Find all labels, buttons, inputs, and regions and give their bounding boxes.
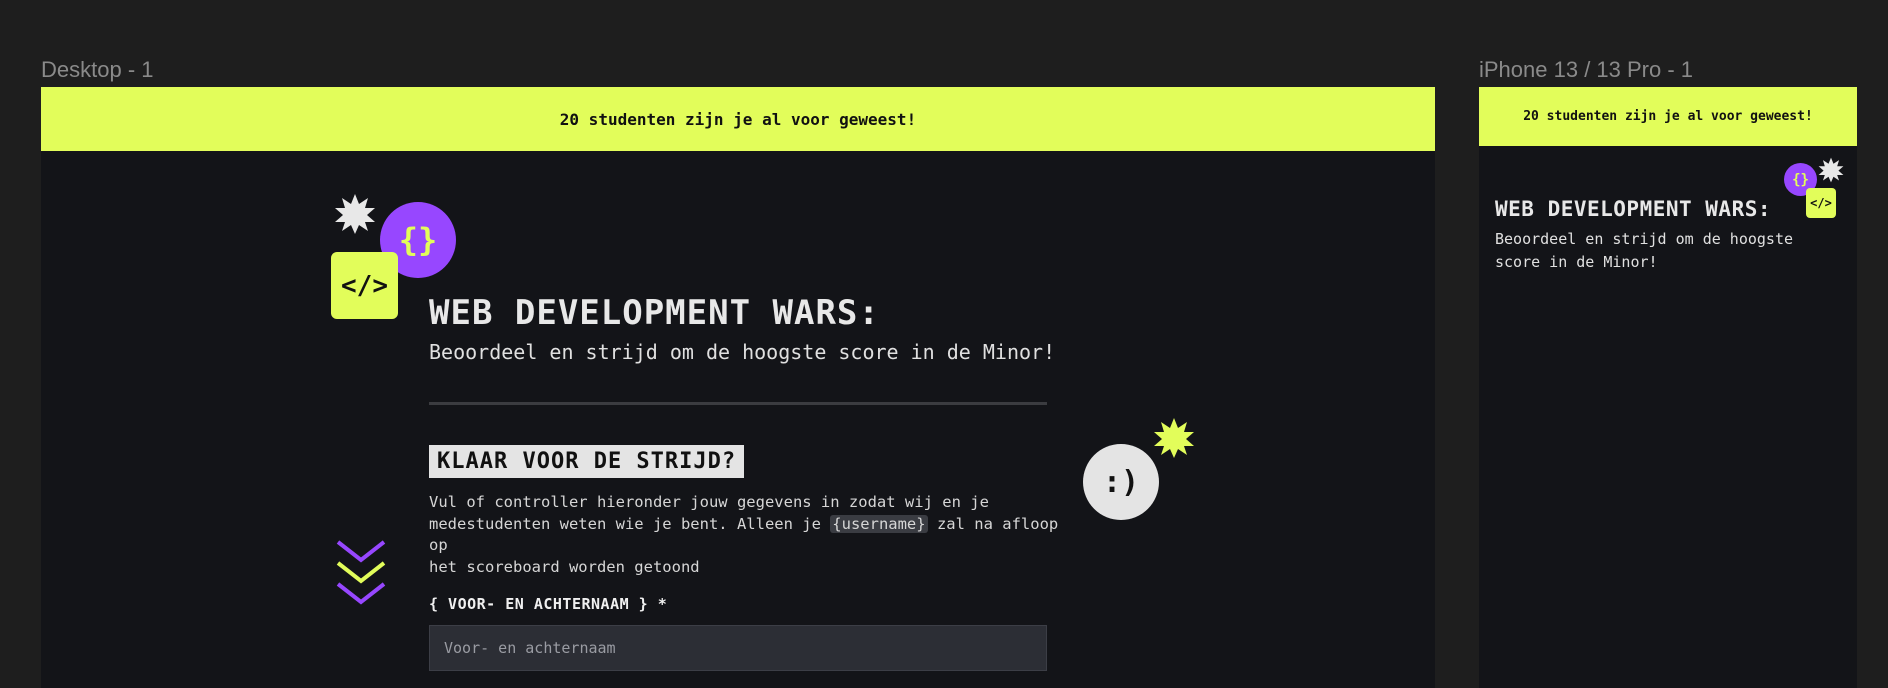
mobile-page-title: WEB DEVELOPMENT WARS:: [1495, 197, 1772, 221]
username-code-chip: {username}: [830, 514, 928, 533]
banner-text: 20 studenten zijn je al voor geweest!: [559, 109, 917, 129]
mobile-subtitle-line-1: Beoordeel en strijd om de hoogste: [1495, 230, 1794, 248]
code-glyph: </>: [341, 270, 388, 301]
mobile-frame: 20 studenten zijn je al voor geweest! {}…: [1479, 87, 1857, 688]
mobile-code-sticker-icon: </>: [1806, 188, 1836, 218]
smiley-sticker-icon: :): [1083, 444, 1159, 520]
description-line-2-start: medestudenten weten wie je bent. Alleen …: [429, 514, 831, 533]
desktop-frame-label: Desktop - 1: [41, 57, 154, 82]
description-line-3: het scoreboard worden getoond: [429, 557, 700, 576]
smiley-glyph: :): [1102, 464, 1140, 500]
section-heading: KLAAR VOOR DE STRIJD?: [429, 445, 745, 478]
mobile-starburst-icon: [1818, 157, 1844, 183]
mobile-subtitle-line-2: score in de Minor!: [1495, 253, 1658, 271]
mobile-student-count-banner: 20 studenten zijn je al voor geweest!: [1479, 87, 1857, 146]
name-field-label: { VOOR- EN ACHTERNAAM } *: [429, 595, 668, 613]
mobile-page-subtitle: Beoordeel en strijd om de hoogste score …: [1495, 228, 1845, 274]
mobile-frame-label: iPhone 13 / 13 Pro - 1: [1479, 57, 1694, 82]
page-title: WEB DEVELOPMENT WARS:: [429, 293, 880, 333]
page-subtitle: Beoordeel en strijd om de hoogste score …: [429, 340, 1056, 364]
braces-glyph: {}: [398, 221, 438, 259]
desktop-frame: 20 studenten zijn je al voor geweest! {}…: [41, 87, 1435, 688]
mobile-banner-text: 20 studenten zijn je al voor geweest!: [1523, 109, 1813, 124]
mobile-code-glyph: </>: [1810, 196, 1832, 210]
lime-starburst-icon: [1154, 418, 1194, 458]
student-count-banner: 20 studenten zijn je al voor geweest!: [41, 87, 1435, 151]
description-line-1: Vul of controller hieronder jouw gegeven…: [429, 493, 989, 511]
mobile-braces-glyph: {}: [1792, 171, 1809, 188]
section-divider: [429, 402, 1047, 405]
name-input[interactable]: Voor- en achternaam: [429, 625, 1047, 671]
section-description: Vul of controller hieronder jouw gegeven…: [429, 492, 1069, 578]
description-line-2: medestudenten weten wie je bent. Alleen …: [429, 514, 1069, 557]
code-sticker-icon: </>: [331, 252, 398, 319]
triple-chevron-down-icon: [336, 540, 386, 605]
starburst-icon: [335, 194, 375, 234]
